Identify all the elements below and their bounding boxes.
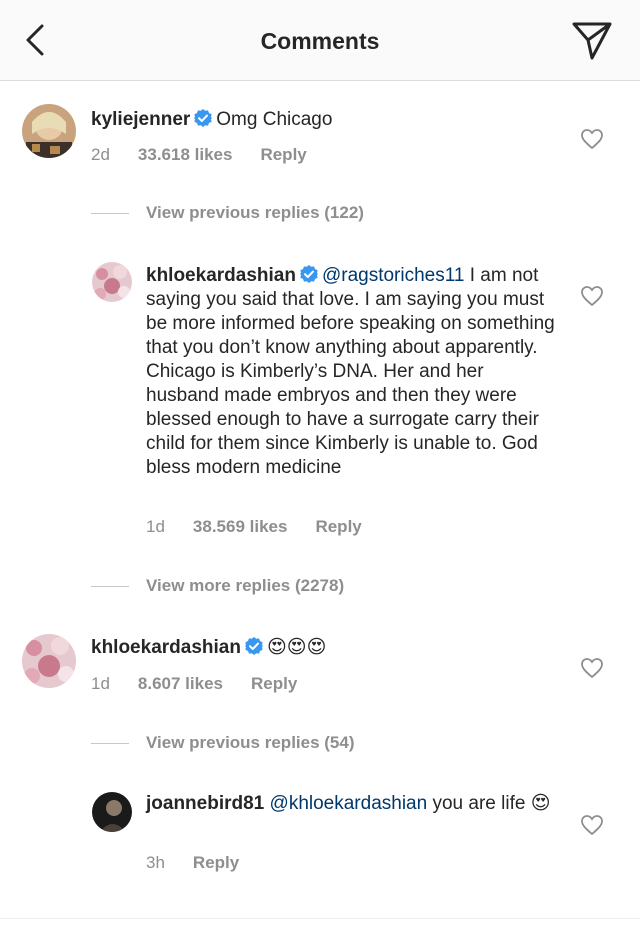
divider: [91, 586, 129, 587]
share-button[interactable]: [566, 18, 616, 62]
page-title: Comments: [260, 28, 380, 54]
paper-plane-icon: [572, 22, 612, 60]
comment-username[interactable]: joannebird81: [146, 793, 264, 814]
divider: [0, 918, 640, 919]
comment-text: khloekardashian @ragstoriches11 I am not …: [146, 264, 556, 480]
reply-button[interactable]: Reply: [260, 145, 306, 164]
comment-username[interactable]: khloekardashian: [146, 265, 296, 286]
heart-icon[interactable]: [580, 814, 604, 836]
comment-time: 2d: [91, 145, 110, 164]
view-replies-button[interactable]: View previous replies (54): [146, 733, 355, 753]
mention-link[interactable]: @khloekardashian: [270, 793, 428, 814]
comment-text: kyliejenner Omg Chicago: [91, 108, 571, 132]
verified-badge-icon: [299, 265, 318, 283]
comment-likes[interactable]: 33.618 likes: [138, 145, 233, 164]
comment-time: 3h: [146, 853, 165, 872]
view-replies-button[interactable]: View more replies (2278): [146, 576, 344, 596]
avatar[interactable]: [92, 262, 132, 302]
avatar[interactable]: [22, 634, 76, 688]
comment-meta: 3h Reply: [146, 853, 267, 873]
reply-button[interactable]: Reply: [315, 517, 361, 536]
heart-icon[interactable]: [580, 657, 604, 679]
verified-badge-icon: [194, 109, 213, 127]
divider: [91, 743, 129, 744]
comment-time: 1d: [91, 674, 110, 693]
reply-button[interactable]: Reply: [193, 853, 239, 872]
comment-meta: 2d 33.618 likes Reply: [91, 145, 335, 165]
view-replies-button[interactable]: View previous replies (122): [146, 203, 364, 223]
comment-body: you are life 😍: [432, 793, 551, 814]
comment-likes[interactable]: 8.607 likes: [138, 674, 223, 693]
verified-badge-icon: [244, 637, 263, 655]
reply-button[interactable]: Reply: [251, 674, 297, 693]
heart-icon[interactable]: [580, 285, 604, 307]
mention-link[interactable]: @ragstoriches11: [322, 265, 465, 286]
comment-body: Omg Chicago: [216, 109, 333, 130]
comment-meta: 1d 8.607 likes Reply: [91, 674, 325, 694]
comment-meta: 1d 38.569 likes Reply: [146, 517, 390, 537]
avatar[interactable]: [92, 792, 132, 832]
heart-icon[interactable]: [580, 128, 604, 150]
comment-username[interactable]: khloekardashian: [91, 637, 241, 658]
comment-body: I am not saying you said that love. I am…: [146, 265, 555, 478]
avatar[interactable]: [22, 104, 76, 158]
comment-likes[interactable]: 38.569 likes: [193, 517, 288, 536]
comment-body: 😍😍😍: [266, 637, 327, 658]
divider: [91, 213, 129, 214]
comments-header: Comments: [0, 0, 640, 81]
comment-text: joannebird81 @khloekardashian you are li…: [146, 792, 556, 816]
comment-time: 1d: [146, 517, 165, 536]
comment-username[interactable]: kyliejenner: [91, 109, 190, 130]
comment-text: khloekardashian 😍😍😍: [91, 636, 571, 660]
